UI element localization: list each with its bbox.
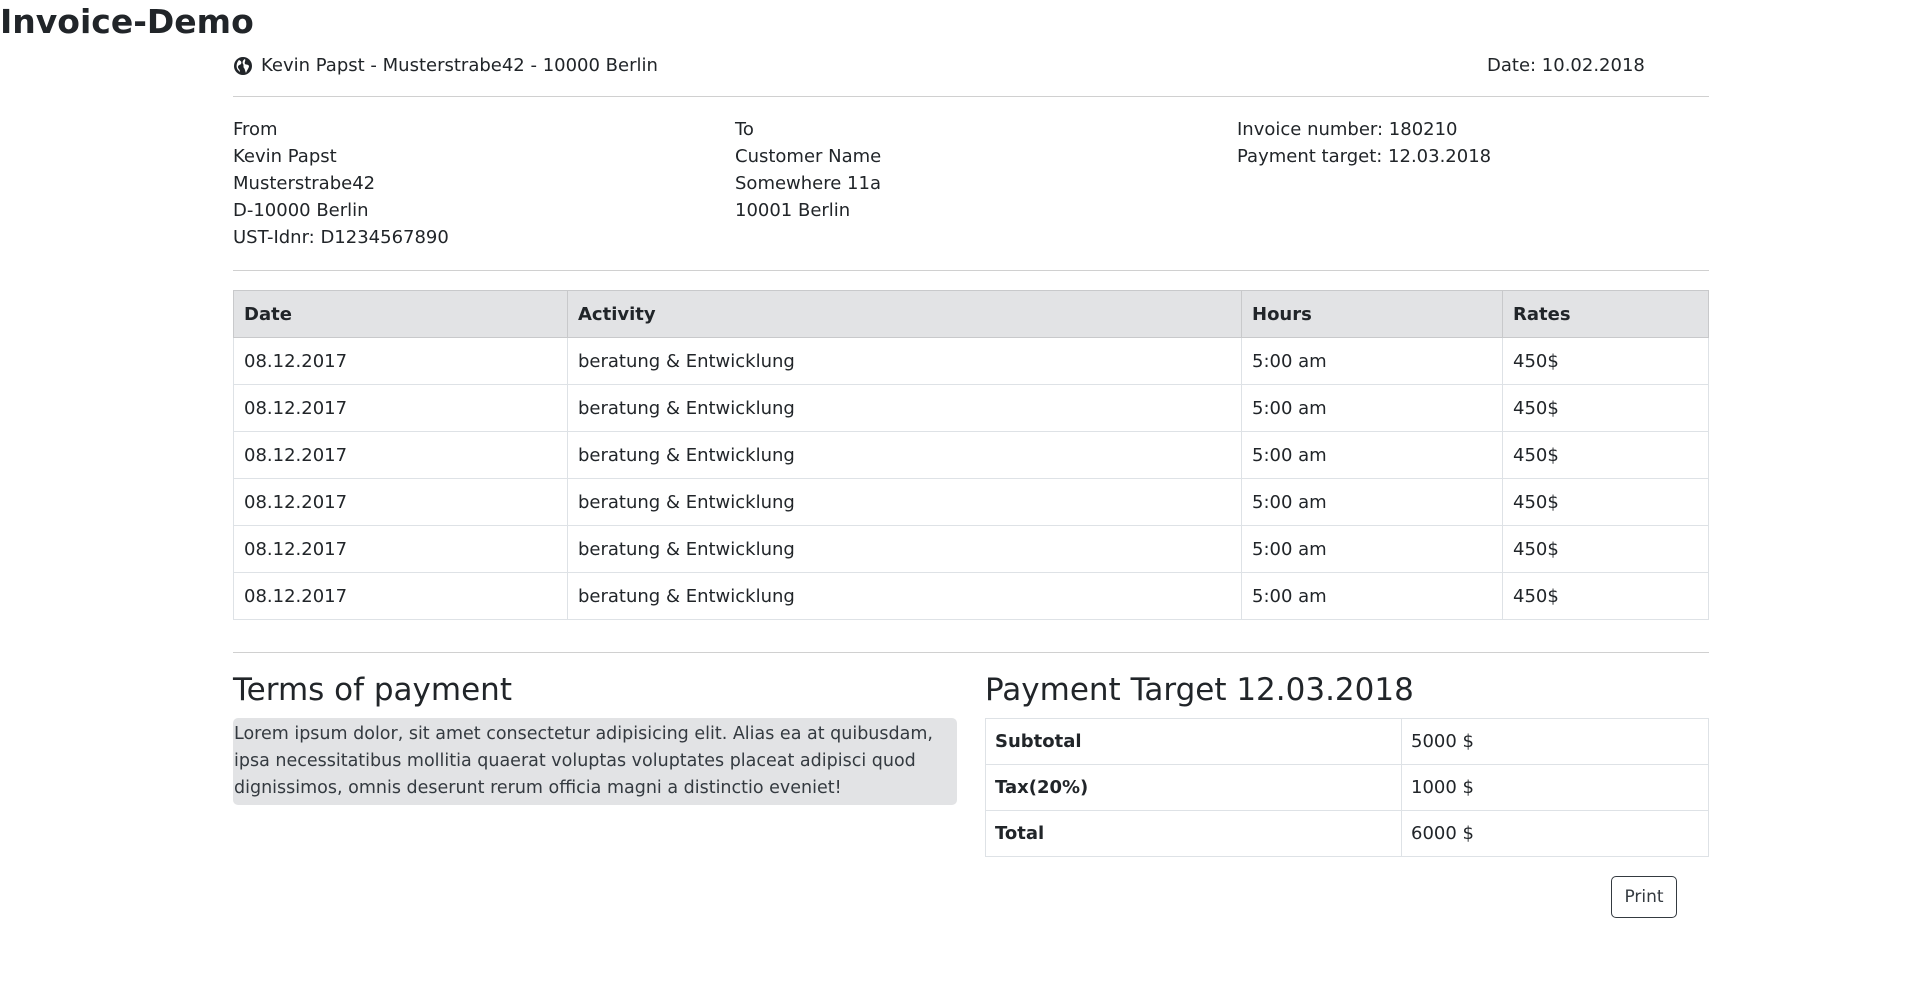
table-row: 08.12.2017 beratung & Entwicklung 5:00 a… — [233, 384, 1709, 432]
from-address: From Kevin Papst Musterstrabe42 D-10000 … — [233, 116, 449, 251]
cell-date: 08.12.2017 — [233, 431, 568, 479]
to-label: To — [735, 119, 754, 140]
cell-activity: beratung & Entwicklung — [567, 478, 1242, 526]
cell-rate: 450$ — [1502, 337, 1709, 385]
table-row: 08.12.2017 beratung & Entwicklung 5:00 a… — [233, 572, 1709, 620]
cell-rate: 450$ — [1502, 572, 1709, 620]
payment-target-title: Payment Target 12.03.2018 — [985, 672, 1414, 708]
invoice-container: Kevin Papst - Musterstrabe42 - 10000 Ber… — [233, 52, 1709, 918]
total-row: Total 6000 $ — [985, 810, 1709, 857]
cell-hours: 5:00 am — [1241, 431, 1503, 479]
to-address: To Customer Name Somewhere 11a 10001 Ber… — [735, 116, 881, 224]
column-header-date: Date — [233, 290, 568, 338]
terms-text: Lorem ipsum dolor, sit amet consectetur … — [233, 718, 957, 805]
invoice-topline: Kevin Papst - Musterstrabe42 - 10000 Ber… — [233, 52, 1709, 80]
tax-label: Tax(20%) — [985, 764, 1402, 811]
invoice-meta: Invoice number: 180210 Payment target: 1… — [1237, 116, 1491, 170]
invoice-number: Invoice number: 180210 — [1237, 119, 1458, 140]
tax-row: Tax(20%) 1000 $ — [985, 764, 1709, 811]
invoice-date: Date: 10.02.2018 — [1487, 55, 1645, 76]
sender-line-text: Kevin Papst - Musterstrabe42 - 10000 Ber… — [261, 55, 658, 76]
cell-activity: beratung & Entwicklung — [567, 384, 1242, 432]
table-row: 08.12.2017 beratung & Entwicklung 5:00 a… — [233, 431, 1709, 479]
to-line: 10001 Berlin — [735, 200, 851, 221]
cell-date: 08.12.2017 — [233, 478, 568, 526]
cell-hours: 5:00 am — [1241, 337, 1503, 385]
divider — [233, 96, 1709, 97]
app-title: Invoice-Demo — [0, 2, 254, 41]
subtotal-row: Subtotal 5000 $ — [985, 718, 1709, 765]
cell-rate: 450$ — [1502, 431, 1709, 479]
sender-line: Kevin Papst - Musterstrabe42 - 10000 Ber… — [233, 52, 658, 80]
globe-icon — [234, 57, 252, 75]
payment-target: Payment target: 12.03.2018 — [1237, 146, 1492, 167]
print-button[interactable]: Print — [1611, 876, 1677, 918]
cell-date: 08.12.2017 — [233, 384, 568, 432]
cell-hours: 5:00 am — [1241, 478, 1503, 526]
divider — [233, 270, 1709, 271]
cell-activity: beratung & Entwicklung — [567, 337, 1242, 385]
column-header-activity: Activity — [567, 290, 1242, 338]
to-line: Somewhere 11a — [735, 173, 881, 194]
from-line: UST-Idnr: D1234567890 — [233, 227, 449, 248]
cell-hours: 5:00 am — [1241, 525, 1503, 573]
invoice-items-table: Date Activity Hours Rates 08.12.2017 ber… — [233, 290, 1709, 620]
cell-rate: 450$ — [1502, 525, 1709, 573]
cell-date: 08.12.2017 — [233, 337, 568, 385]
total-label: Total — [985, 810, 1402, 857]
table-row: 08.12.2017 beratung & Entwicklung 5:00 a… — [233, 337, 1709, 385]
table-row: 08.12.2017 beratung & Entwicklung 5:00 a… — [233, 525, 1709, 573]
to-line: Customer Name — [735, 146, 882, 167]
from-label: From — [233, 119, 278, 140]
column-header-rates: Rates — [1502, 290, 1709, 338]
cell-activity: beratung & Entwicklung — [567, 431, 1242, 479]
table-header-row: Date Activity Hours Rates — [233, 290, 1709, 338]
from-line: D-10000 Berlin — [233, 200, 369, 221]
divider — [233, 652, 1709, 653]
cell-date: 08.12.2017 — [233, 525, 568, 573]
tax-value: 1000 $ — [1401, 764, 1709, 811]
cell-date: 08.12.2017 — [233, 572, 568, 620]
cell-hours: 5:00 am — [1241, 572, 1503, 620]
table-row: 08.12.2017 beratung & Entwicklung 5:00 a… — [233, 478, 1709, 526]
subtotal-value: 5000 $ — [1401, 718, 1709, 765]
total-value: 6000 $ — [1401, 810, 1709, 857]
cell-activity: beratung & Entwicklung — [567, 525, 1242, 573]
column-header-hours: Hours — [1241, 290, 1503, 338]
totals-table: Subtotal 5000 $ Tax(20%) 1000 $ Total 60… — [985, 718, 1709, 857]
cell-rate: 450$ — [1502, 384, 1709, 432]
cell-activity: beratung & Entwicklung — [567, 572, 1242, 620]
subtotal-label: Subtotal — [985, 718, 1402, 765]
from-line: Musterstrabe42 — [233, 173, 376, 194]
from-line: Kevin Papst — [233, 146, 337, 167]
terms-title: Terms of payment — [233, 672, 512, 708]
cell-hours: 5:00 am — [1241, 384, 1503, 432]
cell-rate: 450$ — [1502, 478, 1709, 526]
